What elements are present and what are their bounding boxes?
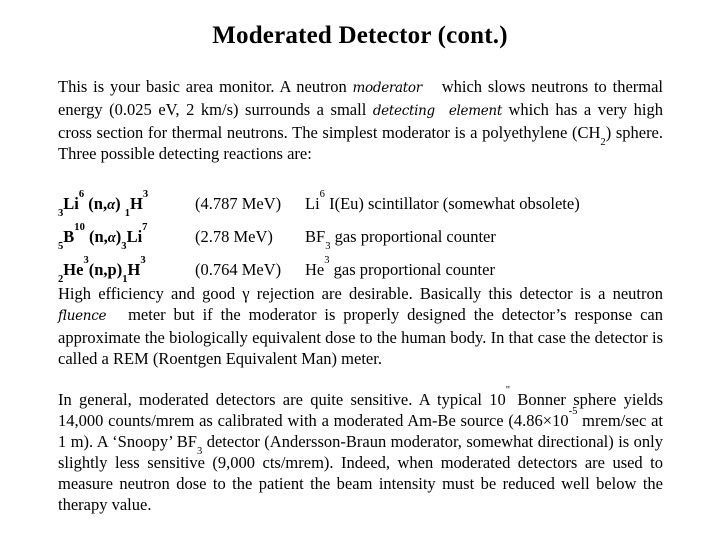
table-row: 2He3(n,p)1H3 (0.764 MeV) He3 gas proport… [58, 254, 663, 286]
reaction-channel-particle: α [107, 230, 116, 246]
intro-paragraph-block: This is your basic area monitor. A neutr… [58, 76, 663, 164]
intro-paragraph: This is your basic area monitor. A neutr… [58, 76, 663, 164]
reaction-target-a: 10 [74, 222, 85, 234]
detector-subscript: 3 [325, 241, 331, 253]
reaction-energy: (2.78 MeV) [195, 227, 273, 246]
detector-suffix: gas proportional counter [330, 227, 496, 246]
table-row: 5B10 (n,α)3Li7 (2.78 MeV) BF3 gas propor… [58, 221, 663, 254]
detector-prefix: He [305, 260, 325, 279]
reaction-product-symbol: Li [126, 227, 143, 246]
page-title: Moderated Detector (cont.) [212, 22, 508, 49]
reaction-energy: (0.764 MeV) [195, 260, 282, 279]
reaction-channel-particle: α [107, 197, 116, 213]
slide-canvas: Moderated Detector (cont.) This is your … [0, 0, 720, 540]
reaction-detector: Li6 I(Eu) scintillator (somewhat obsolet… [305, 188, 663, 221]
reaction-target-symbol: B [63, 227, 75, 246]
reaction-product-symbol: H [127, 260, 141, 279]
reaction-product-a: 3 [142, 189, 149, 201]
general-paragraph: In general, moderated detectors are quit… [58, 386, 663, 515]
reaction-channel-open: (n, [88, 260, 108, 279]
general-superscript-inch: " [505, 385, 511, 397]
reaction-product-symbol: H [130, 194, 143, 213]
reaction-target-symbol: He [63, 260, 84, 279]
reaction-product-z: 3 [121, 241, 127, 253]
intro-text-part1: This is your basic area monitor. A neutr… [58, 77, 353, 96]
general-paragraph-block: In general, moderated detectors are quit… [58, 386, 663, 515]
intro-subscript-ch2: 2 [600, 137, 606, 149]
reaction-channel-open: (n, [88, 194, 108, 213]
reaction-formula: 2He3(n,p)1H3 [58, 254, 195, 286]
reaction-target-symbol: Li [63, 194, 79, 213]
reactions-table: 3Li6 (n,α) 1H3 (4.787 MeV) Li6 I(Eu) sci… [58, 188, 663, 286]
reaction-channel-close: ) [115, 194, 121, 213]
detector-superscript: 3 [324, 255, 330, 267]
reaction-product-z: 1 [124, 208, 131, 220]
rem-text-part2: meter but if the moderator is properly d… [58, 305, 663, 368]
table-row: 3Li6 (n,α) 1H3 (4.787 MeV) Li6 I(Eu) sci… [58, 188, 663, 221]
general-text-part1: In general, moderated detectors are quit… [58, 390, 506, 409]
detector-suffix: gas proportional counter [329, 260, 495, 279]
intro-italic-moderator: moderator [352, 80, 423, 96]
reaction-formula: 5B10 (n,α)3Li7 [58, 221, 195, 254]
general-superscript-exponent: -5 [568, 406, 578, 418]
reaction-target-a: 3 [83, 255, 89, 267]
detector-superscript: 6 [319, 189, 325, 201]
reaction-product-a: 3 [140, 255, 146, 267]
reaction-product-a: 7 [142, 222, 148, 234]
intro-italic-detecting: detecting [372, 103, 435, 119]
general-subscript-bf3: 3 [196, 446, 203, 458]
rem-italic-fluence: fluence [58, 308, 107, 324]
rem-paragraph: High efficiency and good γ rejection are… [58, 283, 663, 369]
reaction-formula: 3Li6 (n,α) 1H3 [58, 188, 195, 221]
rem-paragraph-block: High efficiency and good γ rejection are… [58, 283, 663, 369]
detector-prefix: Li [305, 194, 320, 213]
reaction-detector: BF3 gas proportional counter [305, 221, 663, 254]
reaction-channel-open: (n, [88, 227, 108, 246]
reaction-target-z: 3 [58, 208, 64, 220]
detector-suffix: I(Eu) scintillator (somewhat obsolete) [324, 194, 580, 213]
intro-italic-element: element [448, 103, 502, 119]
reactions-table-body: 3Li6 (n,α) 1H3 (4.787 MeV) Li6 I(Eu) sci… [58, 188, 663, 286]
reaction-energy: (4.787 MeV) [195, 194, 282, 213]
reaction-target-a: 6 [78, 189, 85, 201]
reaction-channel-particle: p [107, 260, 117, 279]
rem-text-part1: High efficiency and good γ rejection are… [58, 284, 663, 303]
reaction-target-z: 5 [58, 241, 64, 253]
detector-prefix: BF [305, 227, 326, 246]
reaction-detector: He3 gas proportional counter [305, 254, 663, 286]
